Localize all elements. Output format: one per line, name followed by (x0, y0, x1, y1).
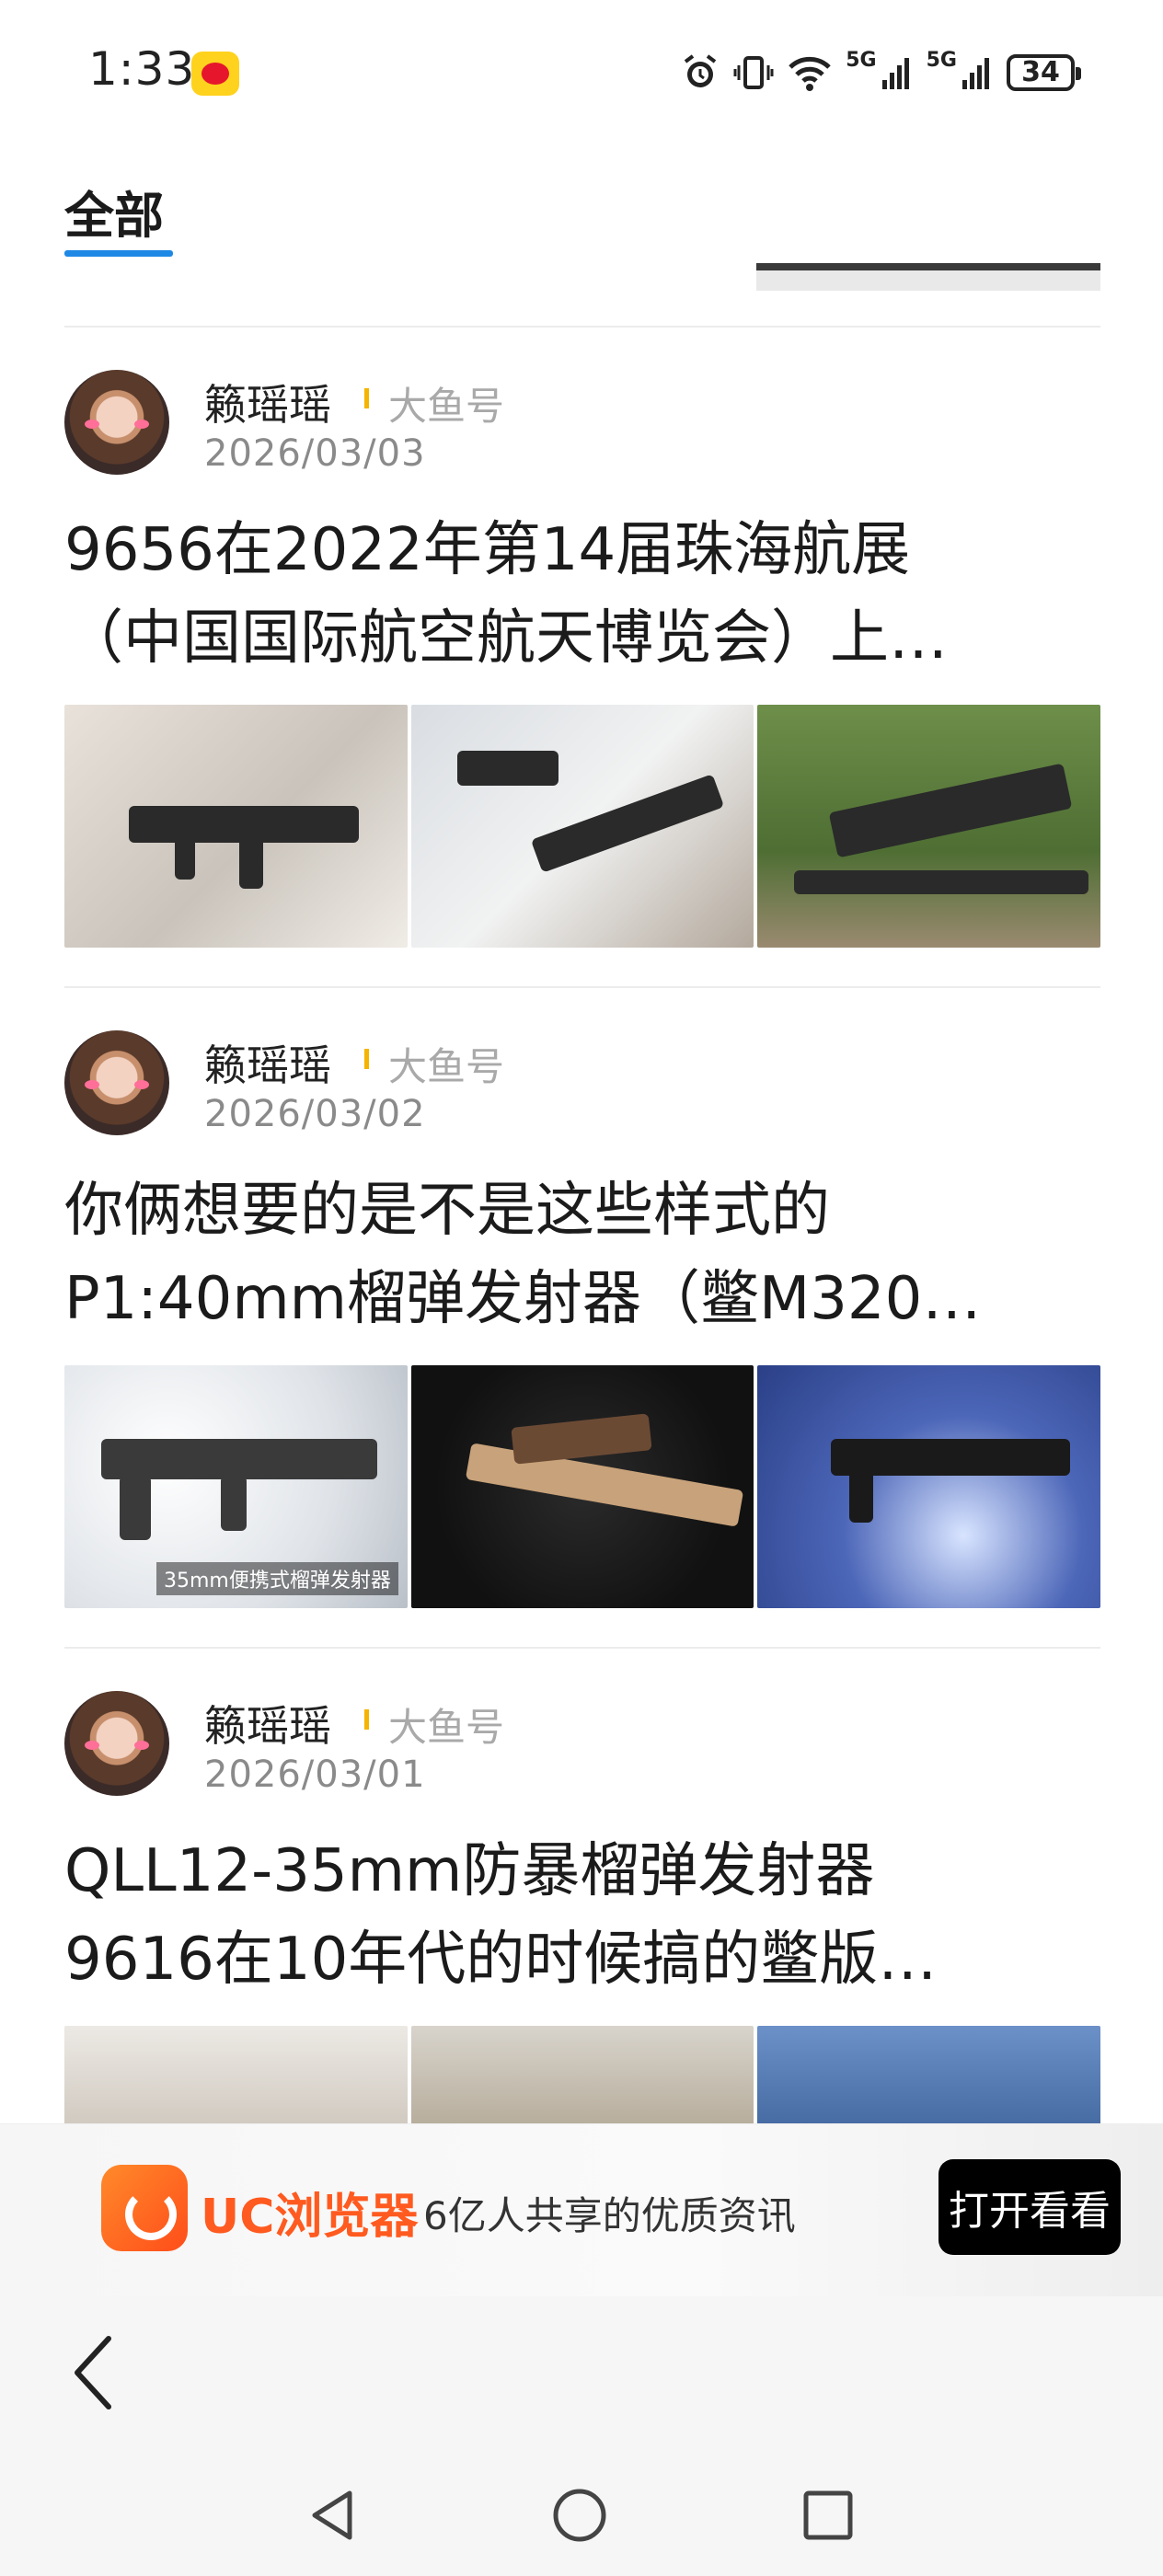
tab-all[interactable]: 全部 (64, 175, 164, 247)
tab-bar: 全部 (0, 138, 1163, 322)
nav-home-icon[interactable] (550, 2486, 609, 2545)
avatar[interactable] (64, 1691, 169, 1796)
nav-recents-icon[interactable] (799, 2486, 858, 2545)
previous-article-thumbnail[interactable] (756, 263, 1100, 291)
article-card[interactable]: 籁瑶瑶 大鱼号 2026/03/03 9656在2022年第14届珠海航展 （中… (64, 370, 1101, 948)
source-label: 大鱼号 (388, 1705, 505, 1750)
article-images (64, 2026, 1100, 2123)
alarm-icon (685, 54, 717, 87)
publish-date: 2026/03/02 (204, 1093, 426, 1135)
source-label: 大鱼号 (388, 384, 505, 429)
network-type-1: 5G (846, 48, 877, 72)
article-title-line: 你俩想要的是不是这些样式的 (64, 1177, 830, 1245)
divider (64, 986, 1100, 988)
article-image[interactable]: 35mm便携式榴弹发射器 (64, 1365, 408, 1608)
signal-icon (962, 58, 989, 89)
article-images (64, 705, 1101, 948)
avatar[interactable] (64, 370, 169, 475)
article-title[interactable]: 9656在2022年第14届珠海航展 （中国国际航空航天博览会）上… (64, 506, 1100, 683)
publish-date: 2026/03/03 (204, 432, 426, 475)
article-image[interactable] (757, 705, 1101, 948)
uc-app-name: UC浏览器 (201, 2190, 419, 2245)
article-image[interactable] (64, 705, 408, 948)
divider (64, 326, 1100, 328)
vibrate-icon (733, 56, 774, 89)
author-name[interactable]: 籁瑶瑶 (204, 1693, 331, 1754)
nav-back-icon[interactable] (304, 2486, 363, 2545)
article-images: 35mm便携式榴弹发射器 (64, 1365, 1101, 1608)
source-separator (364, 1049, 369, 1069)
source-separator (364, 1709, 369, 1730)
battery-icon: 34 (1007, 54, 1081, 91)
battery-level: 34 (1021, 56, 1060, 88)
article-title-line: 9616在10年代的时候搞的鳖版… (64, 1926, 938, 1994)
avatar[interactable] (64, 1030, 169, 1135)
author-name[interactable]: 籁瑶瑶 (204, 372, 331, 432)
back-arrow-icon[interactable] (70, 2333, 116, 2412)
article-title-line: P1:40mm榴弹发射器（鳖M320… (64, 1265, 982, 1333)
article-card[interactable]: 籁瑶瑶 大鱼号 2026/03/02 你俩想要的是不是这些样式的 P1:40mm… (64, 1030, 1101, 1608)
bottom-toolbar (0, 2296, 1163, 2453)
publish-date: 2026/03/01 (204, 1754, 426, 1796)
article-title[interactable]: 你俩想要的是不是这些样式的 P1:40mm榴弹发射器（鳖M320… (64, 1167, 1100, 1343)
article-image[interactable] (757, 2026, 1100, 2123)
article-image[interactable] (410, 2026, 754, 2123)
article-card[interactable]: 籁瑶瑶 大鱼号 2026/03/01 QLL12-35mm防暴榴弹发射器 961… (64, 1691, 1100, 2123)
status-time: 1:33 (88, 42, 196, 96)
status-icons: 5G 5G 34 (680, 48, 1081, 98)
article-image[interactable] (64, 2026, 408, 2123)
article-title-line: QLL12-35mm防暴榴弹发射器 (64, 1837, 875, 1905)
image-caption: 35mm便携式榴弹发射器 (156, 1562, 398, 1595)
uc-slogan: 6亿人共享的优质资讯 (423, 2193, 796, 2238)
status-bar: 1:33 5G 5G 34 (0, 0, 1163, 138)
system-navigation-bar (0, 2453, 1163, 2576)
source-separator (364, 388, 369, 408)
divider (64, 1647, 1100, 1649)
article-image[interactable] (757, 1365, 1101, 1608)
tab-active-indicator (64, 250, 173, 257)
article-title-line: （中国国际航空航天博览会）上… (64, 604, 948, 673)
article-image[interactable] (410, 705, 754, 948)
author-name[interactable]: 籁瑶瑶 (204, 1032, 331, 1093)
article-title[interactable]: QLL12-35mm防暴榴弹发射器 9616在10年代的时候搞的鳖版… (64, 1827, 1100, 2004)
source-label: 大鱼号 (388, 1044, 505, 1089)
uc-promo-banner[interactable]: UC浏览器 6亿人共享的优质资讯 打开看看 (0, 2123, 1163, 2297)
weibo-notification-icon (191, 52, 239, 96)
network-type-2: 5G (926, 48, 957, 72)
uc-browser-logo-icon (101, 2165, 188, 2251)
wifi-icon (789, 56, 831, 91)
article-image[interactable] (410, 1365, 754, 1608)
signal-icon (881, 58, 909, 89)
open-app-button[interactable]: 打开看看 (938, 2159, 1121, 2255)
article-title-line: 9656在2022年第14届珠海航展 (64, 516, 911, 584)
